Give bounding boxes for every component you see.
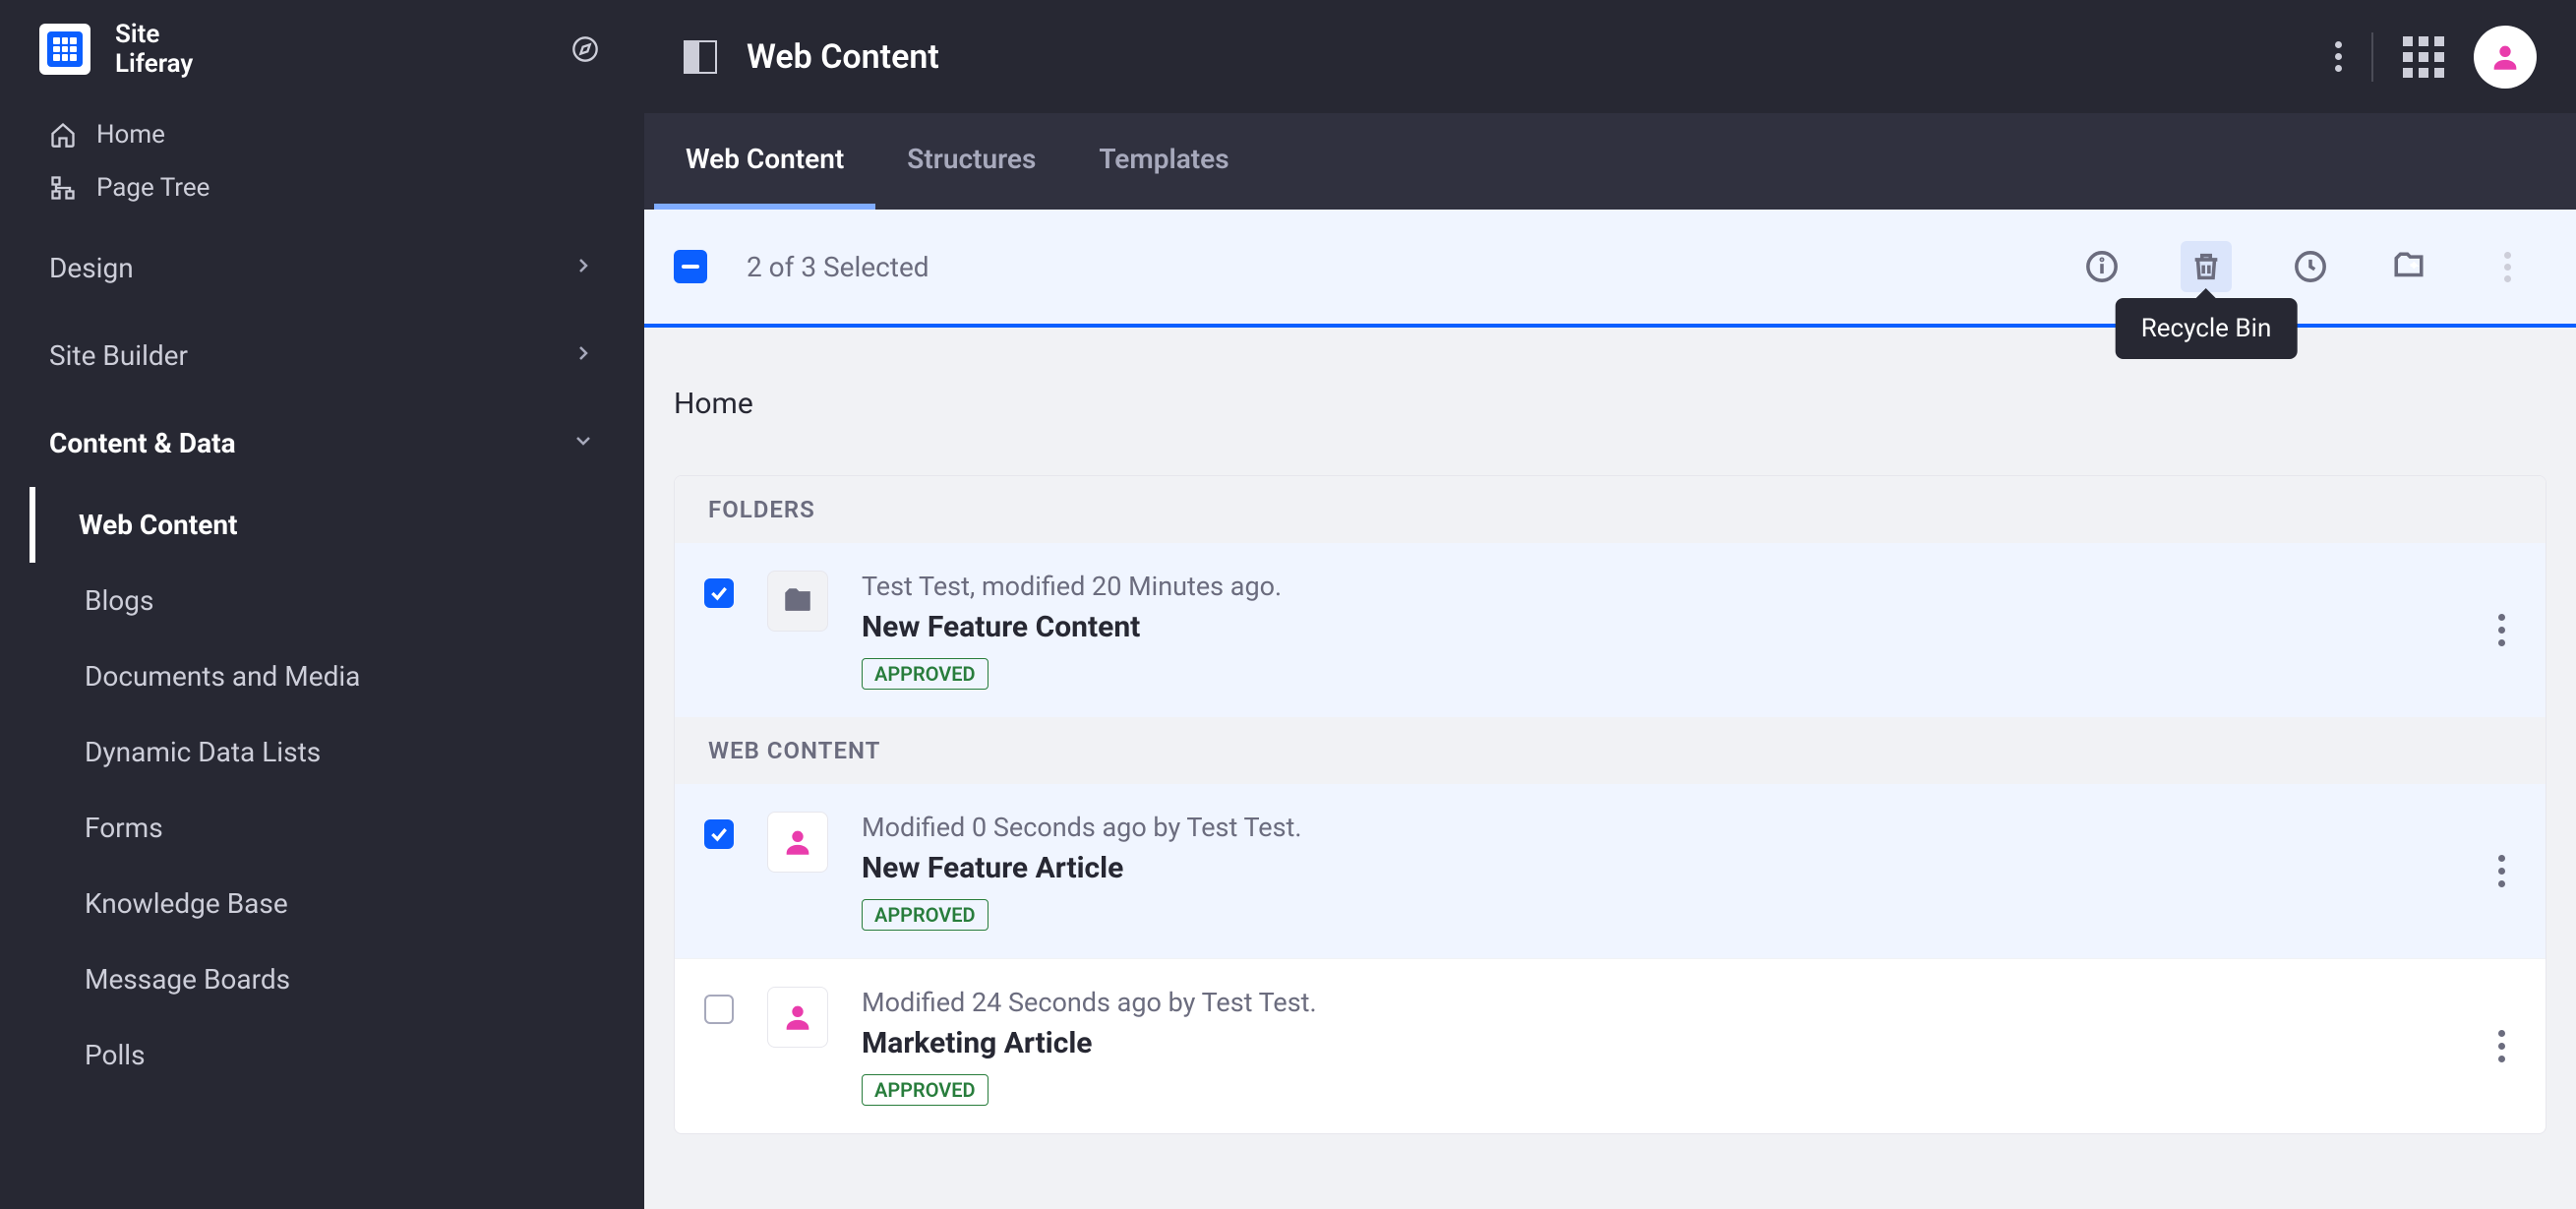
- sidebar-item-web-content[interactable]: Web Content: [30, 487, 644, 563]
- row-kebab-icon[interactable]: [2486, 614, 2516, 646]
- sidebar-group-site-builder[interactable]: Site Builder: [0, 312, 644, 399]
- status-badge: APPROVED: [862, 658, 988, 690]
- sidebar-group-label: Design: [49, 252, 134, 284]
- sidebar-toggle-icon[interactable]: [684, 40, 717, 74]
- row-kebab-icon[interactable]: [2486, 1030, 2516, 1062]
- tree-icon: [49, 174, 77, 202]
- sidebar-item-polls[interactable]: Polls: [30, 1017, 644, 1093]
- article-row[interactable]: Modified 24 Seconds ago by Test Test. Ma…: [675, 958, 2546, 1133]
- tooltip: Recycle Bin: [2116, 298, 2298, 359]
- site-title[interactable]: Site Liferay: [115, 20, 193, 79]
- tab-web-content[interactable]: Web Content: [654, 113, 875, 210]
- row-title: New Feature Article: [862, 851, 2453, 885]
- sidebar-item-blogs[interactable]: Blogs: [30, 563, 644, 638]
- sidebar-group-label: Content & Data: [49, 427, 236, 459]
- folders-header: FOLDERS: [675, 476, 2546, 543]
- move-icon[interactable]: [2389, 247, 2428, 286]
- management-bar: 2 of 3 Selected Recycle Bin: [644, 210, 2576, 328]
- row-checkbox[interactable]: [704, 819, 734, 849]
- sidebar-quick-list: Home Page Tree: [0, 98, 644, 224]
- topbar-actions: [2335, 26, 2537, 89]
- row-title: Marketing Article: [862, 1026, 2453, 1060]
- sidebar-sublist: Web Content Blogs Documents and Media Dy…: [0, 487, 644, 1093]
- sidebar-quick-page-tree[interactable]: Page Tree: [0, 161, 644, 214]
- row-meta: Modified 24 Seconds ago by Test Test.: [862, 987, 2453, 1018]
- user-avatar[interactable]: [2474, 26, 2537, 89]
- sidebar-item-knowledge-base[interactable]: Knowledge Base: [30, 866, 644, 941]
- info-icon[interactable]: [2082, 247, 2122, 286]
- row-body: Modified 0 Seconds ago by Test Test. New…: [862, 812, 2453, 931]
- sidebar-header: Site Liferay: [0, 0, 644, 98]
- status-badge: APPROVED: [862, 1074, 988, 1106]
- sidebar-item-documents-media[interactable]: Documents and Media: [30, 638, 644, 714]
- row-body: Modified 24 Seconds ago by Test Test. Ma…: [862, 987, 2453, 1106]
- tab-templates[interactable]: Templates: [1067, 113, 1260, 210]
- row-title: New Feature Content: [862, 610, 2453, 644]
- main: Web Content Web Content Structures Templ…: [644, 0, 2576, 1209]
- row-kebab-icon[interactable]: [2486, 855, 2516, 887]
- row-body: Test Test, modified 20 Minutes ago. New …: [862, 571, 2453, 690]
- select-all-checkbox[interactable]: [674, 250, 707, 283]
- folder-row[interactable]: Test Test, modified 20 Minutes ago. New …: [675, 543, 2546, 717]
- app-launcher-icon[interactable]: [2403, 36, 2444, 78]
- user-icon: [767, 987, 828, 1048]
- user-icon: [767, 812, 828, 873]
- chevron-down-icon: [571, 427, 595, 459]
- expire-icon[interactable]: [2291, 247, 2330, 286]
- row-meta: Modified 0 Seconds ago by Test Test.: [862, 812, 2453, 843]
- tab-structures[interactable]: Structures: [875, 113, 1067, 210]
- row-meta: Test Test, modified 20 Minutes ago.: [862, 571, 2453, 602]
- site-logo[interactable]: [39, 24, 90, 75]
- topbar: Web Content: [644, 0, 2576, 113]
- tab-bar: Web Content Structures Templates: [644, 113, 2576, 210]
- compass-icon[interactable]: [566, 30, 605, 69]
- sidebar-quick-label: Page Tree: [96, 173, 210, 203]
- site-name: Liferay: [115, 49, 193, 79]
- row-checkbox[interactable]: [704, 578, 734, 608]
- web-content-header: WEB CONTENT: [675, 717, 2546, 784]
- sidebar: Site Liferay Home Page Tree Design Site …: [0, 0, 644, 1209]
- chevron-right-icon: [571, 252, 595, 284]
- selection-count: 2 of 3 Selected: [747, 251, 929, 283]
- global-kebab-icon[interactable]: [2335, 41, 2342, 72]
- chevron-right-icon: [571, 339, 595, 372]
- sidebar-quick-home[interactable]: Home: [0, 108, 644, 161]
- divider: [2371, 32, 2373, 82]
- article-row[interactable]: Modified 0 Seconds ago by Test Test. New…: [675, 784, 2546, 958]
- sidebar-group-label: Site Builder: [49, 339, 188, 372]
- sidebar-group-design[interactable]: Design: [0, 224, 644, 312]
- bulk-kebab-icon[interactable]: [2487, 247, 2527, 286]
- page-title: Web Content: [747, 37, 939, 77]
- recycle-bin-icon[interactable]: Recycle Bin: [2181, 241, 2232, 292]
- sidebar-quick-label: Home: [96, 120, 165, 150]
- mgmt-actions: Recycle Bin: [2082, 241, 2546, 292]
- sidebar-item-dynamic-data-lists[interactable]: Dynamic Data Lists: [30, 714, 644, 790]
- folder-icon: [767, 571, 828, 632]
- row-checkbox[interactable]: [704, 995, 734, 1024]
- sidebar-group-content-data[interactable]: Content & Data: [0, 399, 644, 487]
- sidebar-item-message-boards[interactable]: Message Boards: [30, 941, 644, 1017]
- site-label: Site: [115, 20, 193, 49]
- home-icon: [49, 121, 77, 149]
- sidebar-item-forms[interactable]: Forms: [30, 790, 644, 866]
- status-badge: APPROVED: [862, 899, 988, 931]
- content-panel: FOLDERS Test Test, modified 20 Minutes a…: [674, 475, 2546, 1134]
